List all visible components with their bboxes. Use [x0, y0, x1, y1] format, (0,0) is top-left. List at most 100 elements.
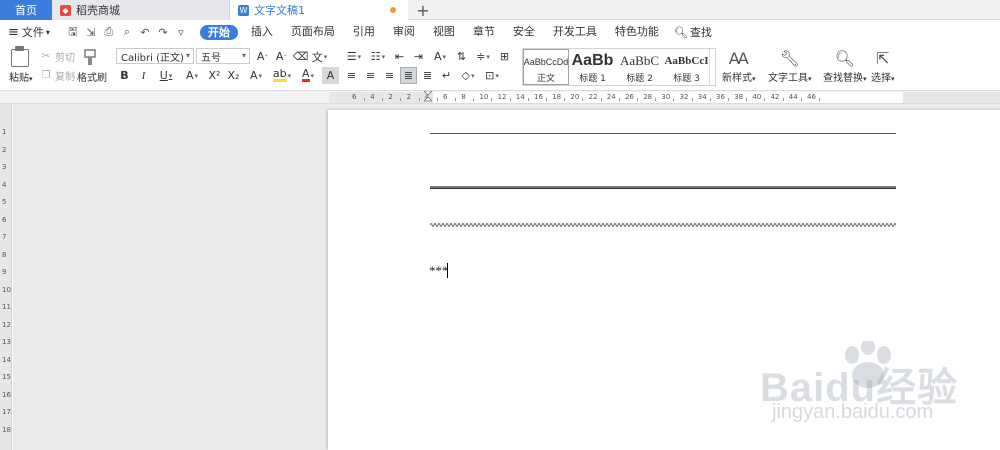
chevron-down-icon: ▾ — [29, 75, 33, 83]
underline-icon[interactable]: U ▾ — [154, 67, 178, 84]
style-normal[interactable]: AaBbCcDd 正文 — [523, 49, 569, 85]
unsaved-dot-icon — [390, 7, 396, 13]
format-painter-icon[interactable] — [81, 49, 99, 67]
styles-scrollbar[interactable] — [709, 49, 715, 85]
copy-icon: ❐ — [41, 70, 51, 81]
tab-page-layout[interactable]: 页面布局 — [282, 21, 344, 43]
format-painter-button[interactable]: 格式刷 — [77, 69, 107, 84]
tab-references[interactable]: 引用 — [344, 21, 384, 43]
subscript-icon[interactable]: X₂ — [225, 67, 242, 84]
align-left-icon[interactable]: ≡ — [343, 67, 360, 84]
customize-qa-icon[interactable]: ▿ — [172, 26, 190, 39]
cut-button[interactable]: ✂ 剪切 — [40, 49, 75, 64]
line-spacing-icon[interactable]: ≑ ▾ — [472, 48, 494, 65]
decrease-indent-icon[interactable]: ⇤ — [391, 48, 408, 65]
phonetic-guide-icon[interactable]: 文 ▾ — [311, 48, 328, 65]
increase-indent-icon[interactable]: ⇥ — [410, 48, 427, 65]
styles-gallery: AaBbCcDd 正文 AaBb 标题 1 AaBbC 标题 2 AaBbCcI… — [522, 48, 716, 86]
ruler-tick-label: 2 — [388, 93, 393, 101]
superscript-icon[interactable]: X² — [206, 67, 223, 84]
tab-document[interactable]: W 文字文稿1 — [230, 0, 408, 20]
tab-security[interactable]: 安全 — [504, 21, 544, 43]
align-center-icon[interactable]: ≡ — [362, 67, 379, 84]
paste-icon[interactable] — [11, 46, 29, 67]
ruler-tick-label: 12 — [497, 93, 507, 101]
save-icon[interactable]: 🖫 — [64, 23, 82, 42]
search-command[interactable]: 🔍︎ 查找 — [668, 24, 712, 40]
strikethrough-icon[interactable]: A ▾ — [180, 67, 204, 84]
bullet-list-icon[interactable]: ☰ ▾ — [343, 48, 365, 65]
ruler-tick-mark — [709, 98, 711, 101]
bold-icon[interactable]: B — [116, 67, 133, 84]
italic-icon[interactable]: I — [135, 67, 152, 84]
tab-store[interactable]: ◆ 稻壳商城 — [52, 0, 230, 20]
tab-review[interactable]: 审阅 — [384, 21, 424, 43]
distributed-icon[interactable]: ≣ — [419, 67, 436, 84]
ruler-tick-label: 26 — [625, 93, 634, 101]
tab-view[interactable]: 视图 — [424, 21, 464, 43]
style-heading-3-label: 标题 3 — [673, 74, 700, 84]
chevron-down-icon: ▾ — [45, 27, 50, 37]
tab-developer[interactable]: 开发工具 — [544, 21, 606, 43]
font-name-select[interactable]: Calibri (正文) ▾ — [116, 48, 194, 64]
export-pdf-icon[interactable]: ⇲ — [82, 26, 100, 39]
clear-format-icon[interactable]: ⌫ — [292, 48, 309, 65]
ruler-tick-mark — [728, 98, 729, 101]
line-break-icon[interactable]: ↵ — [438, 67, 455, 84]
ruler-tick-mark — [782, 98, 784, 101]
align-right-icon[interactable]: ≡ — [381, 67, 398, 84]
font-name-value: Calibri (正文) — [121, 52, 184, 64]
style-heading-3[interactable]: AaBbCcI 标题 3 — [663, 49, 710, 85]
shrink-font-icon[interactable]: A ⁻ — [273, 48, 290, 65]
undo-icon[interactable]: ↶ — [136, 26, 154, 39]
copy-button[interactable]: ❐ 复制 — [40, 68, 75, 83]
text-effect-icon[interactable]: A ▾ — [244, 67, 268, 84]
numbered-list-icon[interactable]: ☷ ▾ — [367, 48, 389, 65]
tab-home[interactable]: 首页 — [0, 0, 52, 20]
find-replace-button[interactable]: 🔍︎ 查找替换▾ — [823, 47, 867, 85]
ruler-tick-mark — [655, 98, 657, 101]
borders-icon[interactable]: ⊡ ▾ — [481, 67, 503, 84]
font-size-select[interactable]: 五号 ▾ — [196, 48, 250, 64]
ruler-tick-mark — [418, 98, 420, 101]
new-tab-button[interactable]: + — [413, 0, 433, 20]
indent-marker-icon[interactable] — [424, 91, 432, 103]
highlight-icon[interactable]: ab ▾ — [270, 67, 294, 84]
ruler-tick-label: 38 — [734, 93, 744, 101]
text-tools-button[interactable]: 🔧︎ 文字工具▾ — [768, 47, 812, 85]
redo-icon[interactable]: ↷ — [154, 26, 172, 39]
style-heading-2-sample: AaBbC — [620, 53, 659, 68]
grow-font-icon[interactable]: A ⁺ — [254, 48, 271, 65]
ruler-tick-label: 10 — [479, 93, 489, 101]
ruler-tick-mark — [673, 98, 675, 101]
tab-start[interactable]: 开始 — [199, 24, 238, 40]
paste-button[interactable]: 粘贴▾ — [9, 69, 33, 84]
ruler-tick-mark — [473, 98, 475, 101]
tab-home-label: 首页 — [15, 4, 37, 17]
justify-icon[interactable]: ≣ — [400, 67, 417, 84]
char-shading-icon[interactable]: A — [322, 67, 339, 84]
print-preview-icon[interactable]: ⌕ — [118, 25, 136, 39]
tab-section[interactable]: 章节 — [464, 21, 504, 43]
vertical-ruler[interactable]: 1 2 3 4 5 6 7 8 9 10 11 12 13 14 15 16 17 18 — [0, 104, 12, 450]
scissors-icon: ✂ — [41, 51, 51, 62]
file-menu[interactable]: ≡ 文件 ▾ — [8, 24, 50, 40]
print-icon[interactable]: ⎙ — [100, 25, 118, 39]
ruler-tick-mark — [691, 98, 693, 101]
font-color-icon[interactable]: A ▾ — [296, 67, 320, 84]
tab-features[interactable]: 特色功能 — [606, 21, 668, 43]
ribbon: 粘贴▾ ✂ 剪切 ❐ 复制 格式刷 Calibri (正文) ▾ 五号 ▾ A ⁺… — [0, 43, 1000, 91]
document-text[interactable]: *** — [429, 263, 449, 279]
chevron-down-icon: ▾ — [185, 51, 190, 60]
new-style-button[interactable]: Ꜳ 新样式▾ — [722, 47, 756, 85]
ruler-tick-label: 14 — [515, 93, 525, 101]
style-normal-label: 正文 — [536, 74, 555, 84]
select-button[interactable]: ⇱ 选择▾ — [871, 47, 895, 85]
tab-insert[interactable]: 插入 — [242, 21, 282, 43]
style-heading-1[interactable]: AaBb 标题 1 — [569, 49, 616, 85]
chinese-layout-icon[interactable]: A ▾ — [429, 48, 451, 65]
fill-color-icon[interactable]: ◇ ▾ — [457, 67, 479, 84]
style-heading-2[interactable]: AaBbC 标题 2 — [616, 49, 663, 85]
sort-icon[interactable]: ⇅ — [453, 48, 470, 65]
table-icon[interactable]: ⊞ — [496, 48, 513, 65]
